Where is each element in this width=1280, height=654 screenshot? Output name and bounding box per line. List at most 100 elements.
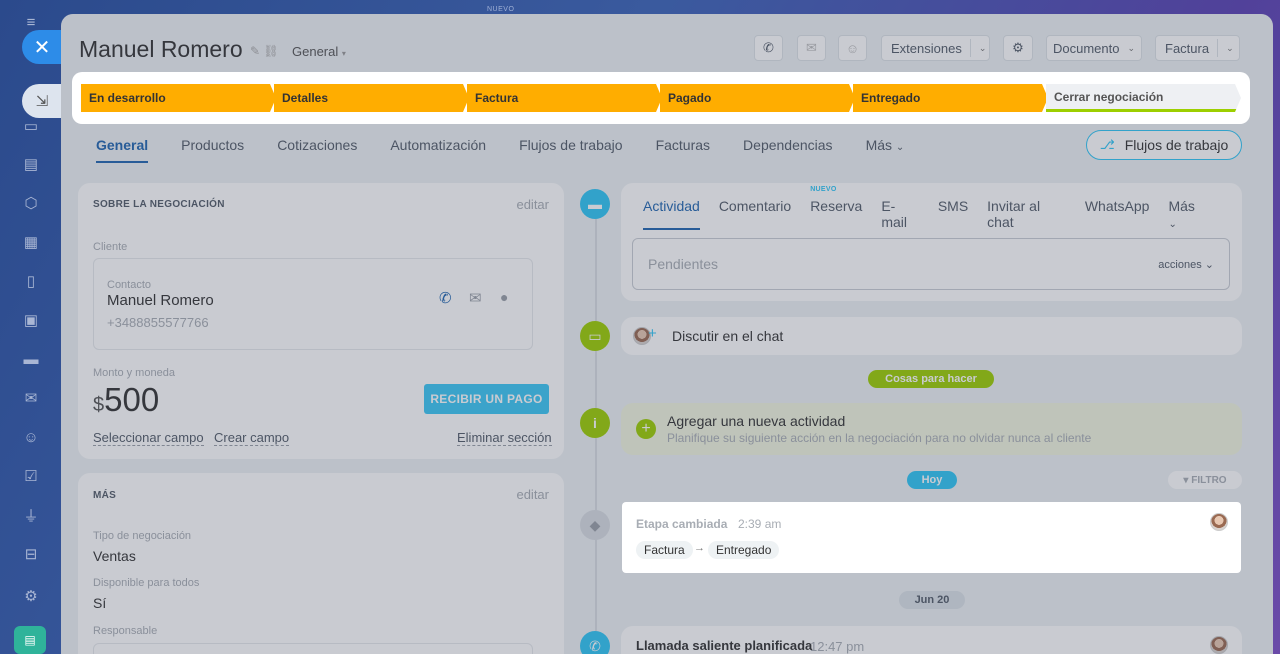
tab-whatsapp[interactable]: WhatsApp (1085, 198, 1150, 230)
calendar-icon[interactable]: ▦ (21, 232, 41, 252)
page-title: Manuel Romero (79, 36, 243, 62)
add-activity-subtitle: Planifique su siguiente acción en la neg… (667, 431, 1092, 445)
email-icon[interactable]: ✉ (469, 289, 482, 307)
discuss-label: Discutir en el chat (672, 328, 784, 344)
card-icon[interactable]: ▬ (21, 349, 41, 369)
document-icon[interactable]: ▯ (21, 271, 41, 291)
deal-info-card: SOBRE LA NEGOCIACIÓN editar Cliente Cont… (78, 183, 564, 459)
robot-icon[interactable]: ⊟ (21, 544, 41, 564)
amount-value[interactable]: $500 (93, 381, 159, 419)
discuss-chat-item[interactable]: + Discutir en el chat (621, 317, 1242, 355)
document-button[interactable]: Documento ⌄ (1046, 35, 1142, 61)
responsible-label: Responsable (93, 625, 158, 637)
tab-products[interactable]: Productos (181, 137, 244, 163)
close-slider-button[interactable]: ✕ (22, 30, 62, 64)
message-icon[interactable]: ● (500, 289, 508, 305)
settings-icon[interactable]: ⚙ (21, 586, 41, 606)
category-select[interactable]: General ▾ (292, 44, 346, 59)
stage-close-deal[interactable]: Cerrar negociación (1046, 84, 1241, 112)
stage-invoice[interactable]: Factura (467, 84, 662, 112)
chat-icon[interactable]: ▭ (21, 116, 41, 136)
activity-editor: Actividad Comentario NUEVO Reserva E-mail… (621, 183, 1242, 301)
tab-general[interactable]: General (96, 137, 149, 163)
funnel-icon[interactable]: ⏚ (21, 505, 41, 525)
actions-dropdown[interactable]: acciones ⌄ (1158, 258, 1214, 271)
market-icon[interactable]: ▤ (14, 626, 46, 654)
tag-icon: ◆ (580, 510, 610, 540)
workflow-icon: ⎇ (1099, 137, 1115, 152)
delete-section-link[interactable]: Eliminar sección (457, 430, 552, 446)
board-icon[interactable]: ▣ (21, 310, 41, 330)
chat-header-icon[interactable]: ☺ (838, 35, 867, 61)
collapse-icon[interactable]: ⇲ (22, 84, 62, 118)
edit-link-icons[interactable]: ✎ ⛓ (250, 44, 279, 58)
today-pill: Hoy (907, 471, 957, 489)
contact-box: Contacto Manuel Romero +3488855577766 ✆ … (93, 258, 533, 350)
tab-sms[interactable]: SMS (938, 198, 968, 230)
tab-more[interactable]: Más ⌄ (866, 137, 905, 163)
invoice-button[interactable]: Factura ⌄ (1155, 35, 1240, 61)
stage-details[interactable]: Detalles (274, 84, 469, 112)
edit-link[interactable]: editar (516, 487, 549, 502)
responsible-box[interactable] (93, 643, 533, 654)
tab-booking[interactable]: NUEVO Reserva (810, 186, 862, 230)
create-field-link[interactable]: Crear campo (214, 430, 290, 446)
call-title: Llamada saliente planificada (636, 638, 813, 653)
amount-label: Monto y moneda (93, 367, 175, 379)
stage-delivered[interactable]: Entregado (853, 84, 1048, 112)
chevron-down-icon: ⌄ (1168, 219, 1177, 230)
task-icon[interactable]: ☑ (21, 466, 41, 486)
mail-icon[interactable]: ✉ (21, 388, 41, 408)
mail-header-icon[interactable]: ✉ (797, 35, 826, 61)
tab-automation[interactable]: Automatización (390, 137, 486, 163)
call-time: 12:47 pm (810, 639, 865, 654)
comment-icon: ▬ (580, 189, 610, 219)
contact-phone[interactable]: +3488855577766 (107, 315, 209, 330)
tab-invite-chat[interactable]: Invitar al chat (987, 198, 1066, 230)
gear-icon[interactable]: ⚙ (1003, 35, 1033, 61)
stage-changed-title: Etapa cambiada (636, 517, 728, 531)
planned-call-item[interactable]: Llamada saliente planificada 12:47 pm (621, 626, 1242, 654)
tab-more[interactable]: Más ⌄ (1168, 198, 1223, 230)
contacts-icon[interactable]: ☺ (21, 427, 41, 447)
tab-dependencies[interactable]: Dependencias (743, 137, 833, 163)
todo-pill: Cosas para hacer (868, 370, 994, 388)
edit-link[interactable]: editar (516, 197, 549, 212)
pending-input[interactable]: Pendientes acciones ⌄ (632, 238, 1230, 290)
plus-icon: + (648, 325, 657, 342)
add-activity-card[interactable]: + Agregar una nueva actividad Planifique… (621, 403, 1242, 455)
tab-invoices[interactable]: Facturas (656, 137, 710, 163)
filter-icon: ▾ (1183, 474, 1189, 486)
chevron-down-icon: ⌄ (978, 42, 987, 53)
avatar (1210, 636, 1228, 654)
receive-payment-button[interactable]: RECIBIR UN PAGO (424, 384, 549, 414)
tab-workflows[interactable]: Flujos de trabajo (519, 137, 623, 163)
add-icon[interactable]: + (636, 419, 656, 439)
deal-tabs: General Productos Cotizaciones Automatiz… (96, 137, 937, 163)
menu-icon[interactable]: ≡ (21, 12, 41, 32)
list-icon[interactable]: ▤ (21, 154, 41, 174)
deal-type-label: Tipo de negociación (93, 530, 192, 542)
workflows-button[interactable]: ⎇ Flujos de trabajo (1086, 130, 1242, 160)
tab-email[interactable]: E-mail (881, 198, 918, 230)
tab-activity[interactable]: Actividad (643, 198, 700, 230)
stage-paid[interactable]: Pagado (660, 84, 855, 112)
contact-name[interactable]: Manuel Romero (107, 292, 214, 309)
select-field-link[interactable]: Seleccionar campo (93, 430, 204, 446)
contact-label: Contacto (107, 279, 152, 291)
stage-bar: En desarrollo Detalles Factura Pagado En… (72, 72, 1250, 124)
card-title: SOBRE LA NEGOCIACIÓN (93, 199, 225, 210)
phone-icon[interactable]: ✆ (754, 35, 783, 61)
hexagon-icon[interactable]: ⬡ (21, 193, 41, 213)
extensions-button[interactable]: Extensiones ⌄ (881, 35, 990, 61)
stage-changed-item[interactable]: Etapa cambiada 2:39 am Factura → Entrega… (622, 502, 1241, 573)
stage-from: Factura (636, 541, 693, 559)
call-icon[interactable]: ✆ (439, 289, 452, 307)
stage-in-development[interactable]: En desarrollo (81, 84, 276, 112)
tab-quotes[interactable]: Cotizaciones (277, 137, 357, 163)
stage-changed-time: 2:39 am (738, 517, 782, 531)
tab-comment[interactable]: Comentario (719, 198, 791, 230)
activity-tabs: Actividad Comentario NUEVO Reserva E-mail… (643, 186, 1242, 230)
chevron-down-icon: ⌄ (1204, 259, 1214, 271)
filter-button[interactable]: ▾ FILTRO (1168, 471, 1242, 489)
